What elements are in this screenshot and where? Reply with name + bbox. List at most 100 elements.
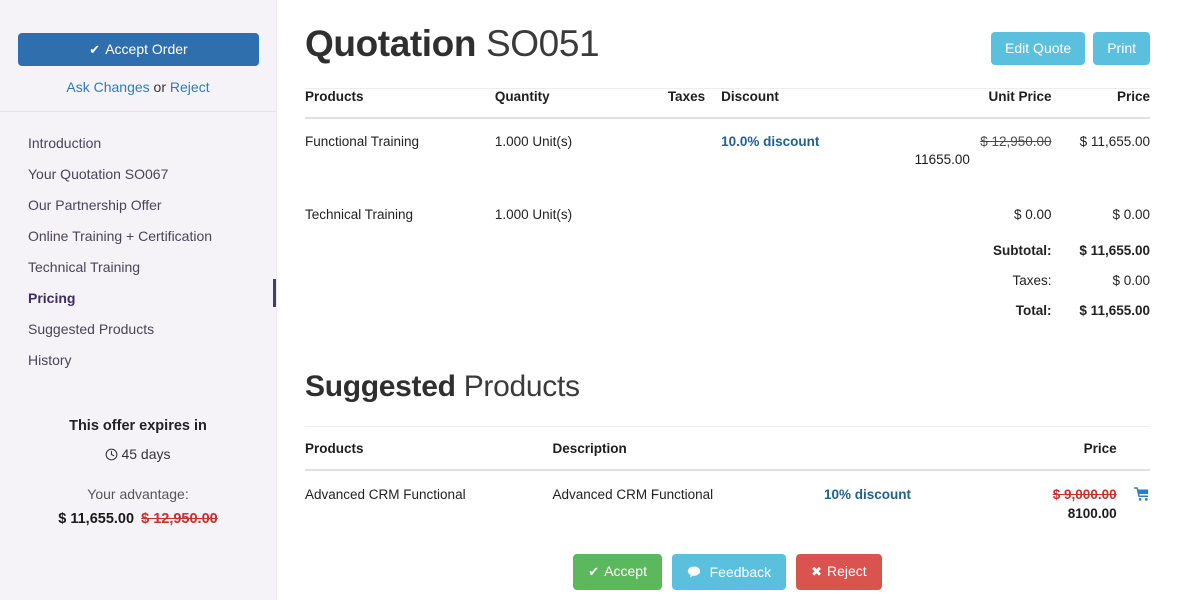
advantage-new-price: $ 11,655.00	[58, 511, 134, 527]
main-content: Quotation SO051 Edit Quote Print Product…	[277, 0, 1180, 600]
reject-button[interactable]: ✖ Reject	[796, 554, 882, 590]
feedback-button[interactable]: Feedback	[672, 554, 786, 590]
sg-col-discount-spacer	[824, 427, 1012, 470]
table-row: Advanced CRM Functional Advanced CRM Fun…	[305, 470, 1150, 521]
accept-order-button[interactable]: ✔Accept Order	[18, 33, 259, 66]
offer-expires-days: 45 days	[121, 446, 170, 462]
unit-price-old: $ 12,950.00	[980, 134, 1051, 149]
total-row: Total: $ 11,655.00	[305, 288, 1150, 318]
row-taxes	[627, 167, 705, 222]
sidebar-item-online-training[interactable]: Online Training + Certification	[0, 221, 276, 252]
page-title: Quotation SO051	[305, 22, 991, 66]
header-actions: Edit Quote Print	[991, 22, 1150, 65]
table-row: Functional Training 1.000 Unit(s) 10.0% …	[305, 118, 1150, 167]
total-value: $ 11,655.00	[1052, 288, 1150, 318]
subtotal-row: Subtotal: $ 11,655.00	[305, 222, 1150, 258]
ask-changes-row: Ask Changes or Reject	[0, 79, 276, 95]
or-separator: or	[150, 79, 170, 95]
quotation-table-body: Functional Training 1.000 Unit(s) 10.0% …	[305, 118, 1150, 318]
sg-price-new: 8100.00	[1012, 506, 1117, 521]
col-discount: Discount	[705, 89, 915, 118]
sg-col-description: Description	[553, 427, 824, 470]
quotation-table-head: Products Quantity Taxes Discount Unit Pr…	[305, 89, 1150, 118]
sg-row-description: Advanced CRM Functional	[553, 470, 824, 521]
totals-spacer	[305, 288, 915, 318]
offer-expiry-block: This offer expires in 45 days Your advan…	[0, 418, 276, 527]
offer-expires-title: This offer expires in	[0, 418, 276, 434]
col-unit-price: Unit Price	[915, 89, 1052, 118]
discount-link[interactable]: 10.0% discount	[721, 134, 819, 149]
row-product: Technical Training	[305, 167, 495, 222]
reject-link[interactable]: Reject	[170, 79, 210, 95]
sidebar-item-history[interactable]: History	[0, 345, 276, 376]
shopping-cart-icon[interactable]	[1134, 487, 1150, 505]
sg-discount-link[interactable]: 10% discount	[824, 487, 911, 502]
check-icon: ✔	[588, 564, 599, 579]
page-title-bold: Quotation	[305, 23, 476, 64]
suggested-header-row: Products Description Price	[305, 427, 1150, 470]
subtotal-label: Subtotal:	[915, 222, 1052, 258]
suggested-title-light: Products	[464, 370, 580, 403]
page-title-reference: SO051	[486, 23, 599, 64]
accept-button[interactable]: ✔ Accept	[573, 554, 662, 590]
taxes-label: Taxes:	[915, 258, 1052, 288]
suggested-table-body: Advanced CRM Functional Advanced CRM Fun…	[305, 470, 1150, 521]
your-advantage-values: $ 11,655.00 $ 12,950.00	[0, 511, 276, 527]
sidebar-item-introduction[interactable]: Introduction	[0, 128, 276, 159]
speech-bubble-icon	[687, 565, 705, 580]
sg-col-cart-spacer	[1117, 427, 1150, 470]
taxes-row: Taxes: $ 0.00	[305, 258, 1150, 288]
row-quantity: 1.000 Unit(s)	[495, 118, 627, 167]
sidebar-nav: Introduction Your Quotation SO067 Our Pa…	[0, 112, 276, 376]
quotation-portal-page: ✔Accept Order Ask Changes or Reject Intr…	[0, 0, 1180, 600]
sg-col-products: Products	[305, 427, 553, 470]
accept-order-label: Accept Order	[105, 41, 187, 57]
suggested-table-head: Products Description Price	[305, 427, 1150, 470]
suggested-products-table: Products Description Price Advanced CRM …	[305, 427, 1150, 521]
row-product: Functional Training	[305, 118, 495, 167]
sidebar-item-your-quotation[interactable]: Your Quotation SO067	[0, 159, 276, 190]
taxes-value: $ 0.00	[1052, 258, 1150, 288]
sg-row-discount: 10% discount	[824, 470, 1012, 521]
subtotal-value: $ 11,655.00	[1052, 222, 1150, 258]
row-price: $ 11,655.00	[1052, 118, 1150, 167]
row-discount	[705, 167, 915, 222]
clock-icon	[105, 448, 118, 464]
sg-row-product: Advanced CRM Functional	[305, 470, 553, 521]
row-quantity: 1.000 Unit(s)	[495, 167, 627, 222]
table-row: Technical Training 1.000 Unit(s) $ 0.00 …	[305, 167, 1150, 222]
row-unit-price: $ 0.00	[915, 167, 1052, 222]
advantage-old-price: $ 12,950.00	[141, 511, 218, 527]
col-products: Products	[305, 89, 495, 118]
sidebar-item-suggested-products[interactable]: Suggested Products	[0, 314, 276, 345]
accept-button-label: Accept	[604, 563, 647, 579]
close-icon: ✖	[811, 564, 822, 579]
unit-price-new: 11655.00	[915, 152, 1052, 167]
totals-spacer	[305, 222, 915, 258]
row-taxes	[627, 118, 705, 167]
edit-quote-button[interactable]: Edit Quote	[991, 32, 1085, 65]
total-label: Total:	[915, 288, 1052, 318]
active-section-indicator	[273, 279, 276, 307]
sidebar: ✔Accept Order Ask Changes or Reject Intr…	[0, 0, 277, 600]
quotation-header-row: Products Quantity Taxes Discount Unit Pr…	[305, 89, 1150, 118]
sidebar-item-pricing[interactable]: Pricing	[0, 283, 276, 314]
your-advantage-label: Your advantage:	[0, 486, 276, 502]
reject-button-label: Reject	[827, 563, 867, 579]
col-price: Price	[1052, 89, 1150, 118]
suggested-title-bold: Suggested	[305, 370, 456, 403]
bottom-action-bar: ✔ Accept Feedback ✖ Reject	[305, 554, 1150, 590]
offer-expires-value-row: 45 days	[0, 446, 276, 464]
sidebar-item-technical-training[interactable]: Technical Training	[0, 252, 276, 283]
sg-row-cart-cell	[1117, 470, 1150, 521]
col-quantity: Quantity	[495, 89, 627, 118]
feedback-button-label: Feedback	[710, 564, 771, 580]
sidebar-item-partnership-offer[interactable]: Our Partnership Offer	[0, 190, 276, 221]
sg-col-price: Price	[1012, 427, 1117, 470]
totals-spacer	[305, 258, 915, 288]
row-unit-price: $ 12,950.00 11655.00	[915, 118, 1052, 167]
page-header: Quotation SO051 Edit Quote Print	[305, 0, 1150, 66]
ask-changes-link[interactable]: Ask Changes	[66, 79, 149, 95]
print-button[interactable]: Print	[1093, 32, 1150, 65]
quotation-table: Products Quantity Taxes Discount Unit Pr…	[305, 89, 1150, 318]
